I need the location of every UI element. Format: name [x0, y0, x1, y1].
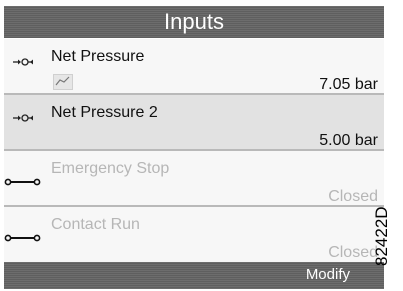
- modify-button[interactable]: Modify: [306, 266, 350, 283]
- input-row-emergency-stop[interactable]: Emergency Stop Closed: [4, 151, 384, 207]
- input-name: Net Pressure: [51, 48, 145, 65]
- trend-graph-icon[interactable]: [53, 74, 73, 90]
- input-name: Net Pressure 2: [51, 104, 158, 121]
- input-value: Closed: [328, 244, 378, 261]
- input-value: Closed: [328, 188, 378, 205]
- page-title: Inputs: [4, 6, 384, 38]
- inputs-screen: Inputs Net Pressure 7.05 bar Net Pressur…: [0, 0, 384, 291]
- input-row-net-pressure-2[interactable]: Net Pressure 2 5.00 bar: [4, 95, 384, 151]
- inputs-list: Net Pressure 7.05 bar Net Pressure 2 5.0…: [4, 39, 384, 265]
- footer-bar: Modify: [4, 262, 384, 289]
- input-value: 5.00 bar: [319, 132, 378, 149]
- input-name: Contact Run: [51, 216, 140, 233]
- input-row-contact-run[interactable]: Contact Run Closed: [4, 207, 384, 265]
- input-name: Emergency Stop: [51, 160, 170, 177]
- contact-icon: [4, 178, 41, 186]
- pressure-sensor-icon: [13, 114, 33, 122]
- pressure-sensor-icon: [13, 58, 33, 66]
- input-row-net-pressure[interactable]: Net Pressure 7.05 bar: [4, 39, 384, 95]
- figure-id-label: 82422D: [372, 206, 391, 266]
- contact-icon: [4, 234, 41, 242]
- input-value: 7.05 bar: [319, 76, 378, 93]
